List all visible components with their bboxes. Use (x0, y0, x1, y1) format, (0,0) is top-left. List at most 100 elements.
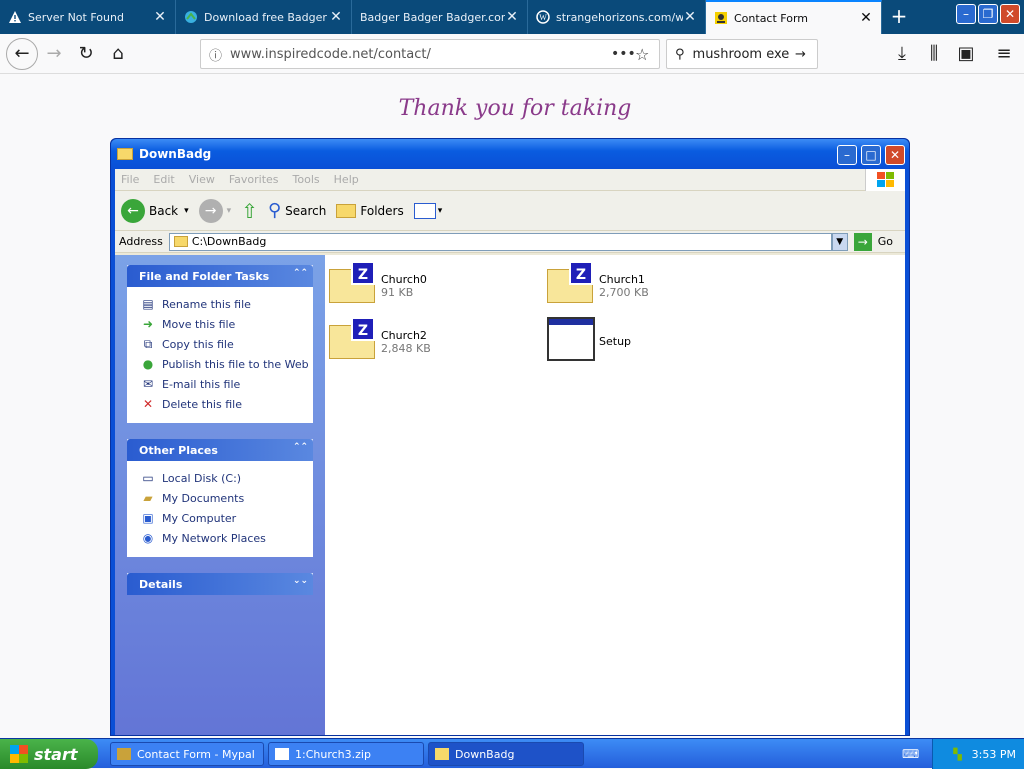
address-input[interactable]: C:\DownBadg (168, 232, 832, 251)
group-header[interactable]: Other Places ⌃⌃ (127, 439, 313, 461)
task-rename[interactable]: ▤ Rename this file (140, 294, 312, 314)
views-icon (413, 202, 436, 219)
site-icon (184, 10, 198, 24)
page-actions-icon[interactable]: ••• (611, 46, 636, 62)
place-label: Local Disk (C:) (162, 471, 242, 485)
task-label: Copy this file (162, 337, 234, 351)
task-label: Publish this file to the Web (162, 357, 309, 371)
close-icon[interactable]: ✕ (329, 9, 343, 25)
start-label: start (34, 744, 78, 764)
zip-folder-icon: Z (329, 317, 377, 361)
search-button[interactable]: ⚲ Search (268, 200, 326, 221)
place-my-documents[interactable]: ▰ My Documents (140, 488, 312, 508)
menu-tools[interactable]: Tools (293, 173, 320, 186)
library-icon[interactable]: ⫼ (922, 42, 946, 66)
tab-strangehorizons[interactable]: W strangehorizons.com/w ✕ (528, 0, 706, 34)
task-copy[interactable]: ⧉ Copy this file (140, 334, 312, 354)
close-button[interactable]: ✕ (885, 145, 905, 165)
taskbar-button-downbadg[interactable]: DownBadg (428, 742, 584, 766)
close-icon[interactable]: ✕ (153, 9, 167, 25)
file-size: 2,848 KB (381, 342, 431, 355)
close-icon[interactable]: ✕ (859, 10, 873, 26)
folders-icon (336, 203, 357, 218)
chevron-down-icon[interactable]: ▾ (184, 206, 189, 216)
sidebar-icon[interactable]: ▣ (954, 42, 978, 66)
menu-help[interactable]: Help (334, 173, 359, 186)
close-icon[interactable]: ✕ (683, 9, 697, 25)
forward-button[interactable]: → ▾ (198, 198, 232, 223)
forward-arrow-icon: → (198, 198, 223, 223)
up-folder-icon: ⇧ (241, 198, 258, 223)
minimize-button[interactable]: – (837, 145, 857, 165)
group-header[interactable]: File and Folder Tasks ⌃⌃ (127, 265, 313, 287)
reload-icon[interactable]: ↻ (74, 42, 98, 66)
menu-file[interactable]: File (121, 173, 139, 186)
clock[interactable]: 3:53 PM (972, 748, 1016, 761)
menu-icon[interactable]: ≡ (992, 42, 1016, 66)
group-title: File and Folder Tasks (139, 269, 270, 283)
back-button[interactable]: ← Back ▾ (121, 198, 189, 223)
place-local-disk[interactable]: ▭ Local Disk (C:) (140, 468, 312, 488)
back-label: Back (149, 203, 179, 218)
file-item[interactable]: Z Church2 2,848 KB (329, 317, 539, 365)
explorer-title-bar[interactable]: DownBadg (111, 139, 909, 169)
chevron-down-icon[interactable]: ▾ (227, 206, 232, 216)
file-item[interactable]: Setup (547, 317, 757, 365)
address-dropdown-button[interactable]: ▼ (831, 232, 848, 251)
browser-icon (117, 748, 131, 760)
group-body: ▭ Local Disk (C:) ▰ My Documents ▣ My Compu… (127, 461, 313, 557)
address-bar: Address C:\DownBadg ▼ → Go (115, 231, 905, 253)
tab-badger-badger[interactable]: Badger Badger Badger.com ✕ (352, 0, 528, 34)
menu-view[interactable]: View (189, 173, 215, 186)
tab-title: Server Not Found (28, 10, 124, 24)
go-button[interactable]: → Go (853, 232, 893, 251)
new-tab-button[interactable]: + (884, 0, 914, 34)
forward-arrow-icon[interactable]: → (42, 42, 66, 66)
collapse-icon[interactable]: ⌃⌃ (293, 268, 308, 282)
views-button[interactable]: ▾ (413, 202, 442, 219)
up-folder-button[interactable]: ⇧ (241, 199, 258, 223)
place-my-computer[interactable]: ▣ My Computer (140, 508, 312, 528)
maximize-button[interactable]: □ (861, 145, 881, 165)
task-publish[interactable]: ● Publish this file to the Web (140, 354, 312, 374)
info-icon[interactable]: ⓘ (209, 45, 222, 64)
taskbar: start Contact Form - Mypal 1:Church3.zip… (0, 738, 1024, 769)
download-icon[interactable]: ⤓ (890, 42, 914, 66)
expand-icon[interactable]: ⌄⌄ (293, 576, 308, 590)
go-arrow-icon[interactable]: → (795, 47, 817, 62)
tray-icon[interactable]: ▚ (953, 748, 961, 761)
tab-download-badger[interactable]: Download free Badger ✕ (176, 0, 352, 34)
back-arrow-icon[interactable]: ← (6, 38, 38, 70)
file-item[interactable]: Z Church1 2,700 KB (547, 261, 757, 309)
search-bar[interactable]: ⚲ mushroom exe → (666, 39, 818, 69)
home-icon[interactable]: ⌂ (106, 42, 130, 66)
task-email[interactable]: ✉ E-mail this file (140, 374, 312, 394)
url-bar[interactable]: ⓘ www.inspiredcode.net/contact/ ••• ☆ (200, 39, 660, 69)
task-move[interactable]: ➜ Move this file (140, 314, 312, 334)
keyboard-icon[interactable]: ⌨ (902, 747, 919, 761)
menu-favorites[interactable]: Favorites (229, 173, 279, 186)
close-window-button[interactable]: ✕ (1000, 4, 1020, 24)
place-network[interactable]: ◉ My Network Places (140, 528, 312, 548)
close-icon[interactable]: ✕ (505, 9, 519, 25)
restore-button[interactable]: ❐ (978, 4, 998, 24)
collapse-icon[interactable]: ⌃⌃ (293, 442, 308, 456)
start-button[interactable]: start (0, 739, 98, 769)
group-header[interactable]: Details ⌄⌄ (127, 573, 313, 595)
task-delete[interactable]: ✕ Delete this file (140, 394, 312, 414)
minimize-button[interactable]: – (956, 4, 976, 24)
windows-logo-icon (10, 745, 28, 763)
search-input[interactable]: mushroom exe (693, 47, 795, 62)
documents-icon: ▰ (143, 491, 153, 505)
taskbar-button-label: DownBadg (455, 747, 515, 761)
folders-button[interactable]: Folders (336, 203, 404, 218)
tab-contact-form[interactable]: Contact Form ✕ (706, 0, 882, 34)
bookmark-star-icon[interactable]: ☆ (635, 45, 659, 64)
menu-edit[interactable]: Edit (153, 173, 174, 186)
taskbar-button-contact-form[interactable]: Contact Form - Mypal (110, 742, 264, 766)
move-icon: ➜ (142, 317, 154, 331)
rename-icon: ▤ (142, 297, 154, 311)
tab-server-not-found[interactable]: Server Not Found ✕ (0, 0, 176, 34)
taskbar-button-church3[interactable]: 1:Church3.zip (268, 742, 424, 766)
file-item[interactable]: Z Church0 91 KB (329, 261, 539, 309)
